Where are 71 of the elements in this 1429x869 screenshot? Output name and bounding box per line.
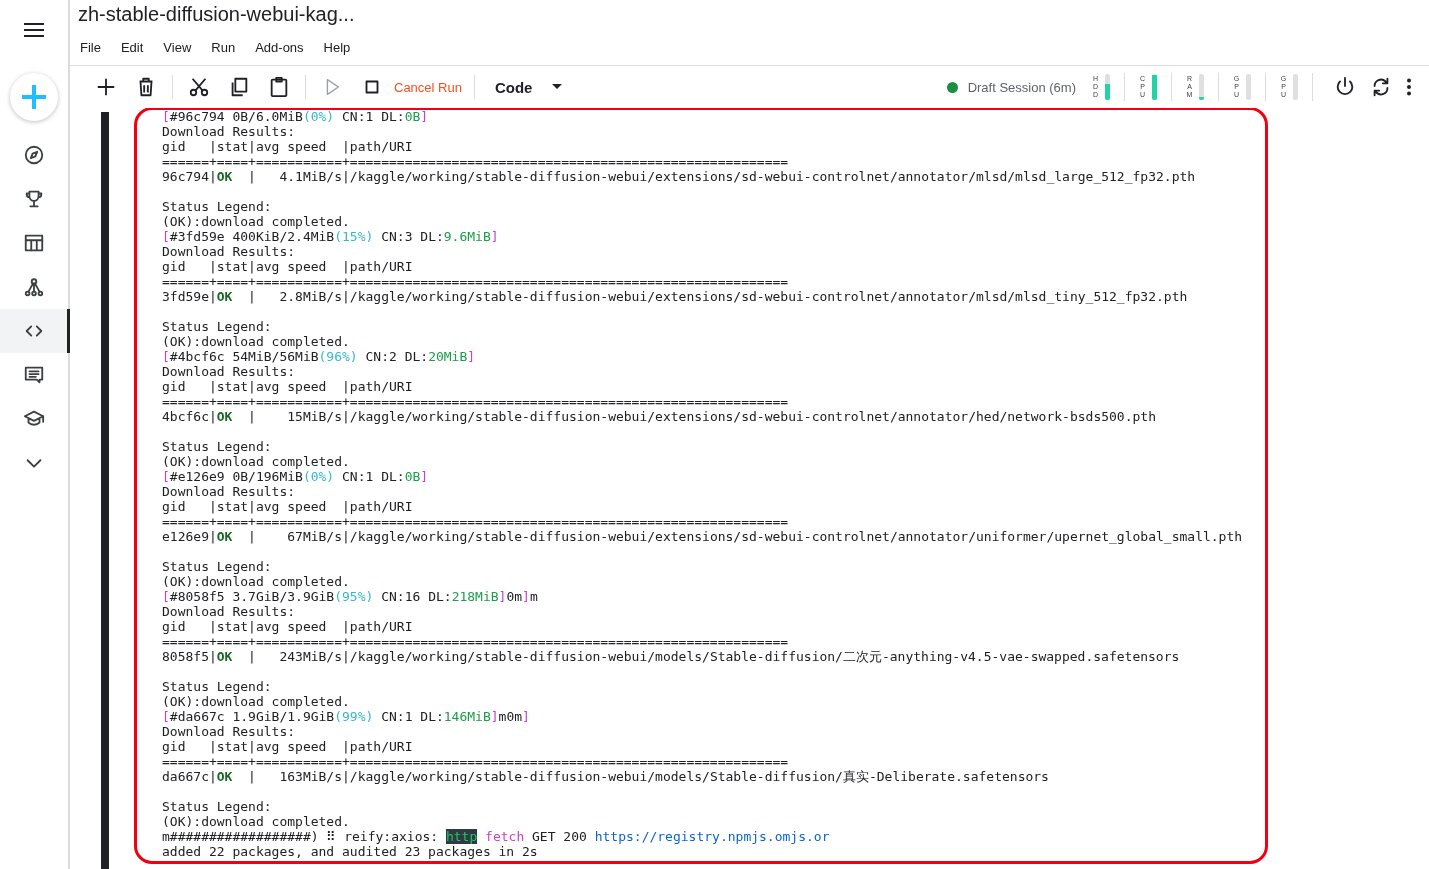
power-icon[interactable] [1334,76,1356,98]
plus-icon [95,76,117,98]
log-line: [#da667c 1.9GiB/1.9GiB(99%) CN:1 DL:146MiB]m0m] [162,709,531,724]
cell-type-dropdown[interactable]: Code [480,72,571,102]
log-line: 4bcf6c|OK | 15MiB/s|/kaggle/working/stable-diffusion-webui/extensions/sd-webui-controlnet/annotator/hed/network-bsds500.pth [162,409,1157,424]
log-line: (OK):download completed. [162,214,351,229]
notebook-title[interactable]: zh-stable-diffusion-webui-kag... [78,0,1429,28]
menu-item[interactable]: Help [323,34,369,62]
log-line: gid |stat|avg speed |path/URI [162,379,414,394]
log-line: gid |stat|avg speed |path/URI [162,619,414,634]
session-label[interactable]: Draft Session (6m) [967,79,1076,95]
log-line: Status Legend: [162,319,273,334]
log-line: ======+====+===========+======================================================== [162,394,790,409]
nodes-icon [22,276,45,298]
menu-item[interactable]: View [163,34,210,62]
log-line: Status Legend: [162,559,273,574]
log-line: m##################) ⠿ reify:axios: http fetch GET 200 https://registry.npmjs.omjs.or [162,829,831,844]
log-line: gid |stat|avg speed |path/URI [162,139,414,154]
log-line: Download Results: [162,724,297,739]
log-line: gid |stat|avg speed |path/URI [162,259,414,274]
scissors-icon [188,76,210,98]
log-line: e126e9|OK | 67MiB/s|/kaggle/working/stable-diffusion-webui/extensions/sd-webui-controlnet/annotator/uniformer/upernet_global_small.pth [162,529,1244,544]
log-line: Download Results: [162,244,297,259]
caret-icon [552,84,563,90]
log-line: 3fd59e|OK | 2.8MiB/s|/kaggle/working/stable-diffusion-webui/extensions/sd-webui-controlnet/annotator/mlsd/mlsd_tiny_512_fp32.pth [162,289,1189,304]
comment-icon [22,364,45,386]
cancel-run-button[interactable]: Cancel Run [392,72,468,102]
log-line: ======+====+===========+======================================================== [162,154,790,169]
log-line: [#8058f5 3.7GiB/3.9GiB(95%) CN:16 DL:218MiB]0m]m [162,589,539,604]
menu-item[interactable]: Edit [120,34,162,62]
menu-icon[interactable] [24,23,44,37]
log-line: Download Results: [162,604,297,619]
clipboard-icon [268,76,290,98]
meter-bar [1105,74,1110,100]
log-line: [#3fd59e 400KiB/2.4MiB(15%) CN:3 DL:9.6MiB] [162,229,500,244]
log-line: Download Results: [162,364,297,379]
meter-bar [1199,74,1204,100]
log-line: gid |stat|avg speed |path/URI [162,499,414,514]
meter-bar [1152,74,1157,100]
log-line: ======+====+===========+======================================================== [162,514,790,529]
log-line: gid |stat|avg speed |path/URI [162,739,414,754]
plus-icon [20,83,48,111]
more-icon[interactable] [1406,78,1412,96]
compass-icon [22,144,45,166]
log-line: (OK):download completed. [162,334,351,349]
log-line: [#96c794 0B/6.0MiB(0%) CN:1 DL:0B] [162,109,430,124]
log-line: (OK):download completed. [162,574,351,589]
sidebar-item[interactable] [0,309,70,353]
log-line: [#4bcf6c 54MiB/56MiB(96%) CN:2 DL:20MiB] [162,349,477,364]
menu-item[interactable]: Run [211,34,254,62]
log-line: ======+====+===========+======================================================== [162,634,790,649]
log-line: ======+====+===========+======================================================== [162,274,790,289]
log-link[interactable]: https://registry.npmjs.omjs.or [594,829,830,844]
log-line: da667c|OK | 163MiB/s|/kaggle/working/stable-diffusion-webui/models/Stable-diffusion/真实-Deliberate.safetensors [162,769,1050,784]
log-line: 8058f5|OK | 243MiB/s|/kaggle/working/stable-diffusion-webui/models/Stable-diffusion/二次元-anything-v4.5-vae-swapped.safetensors [162,649,1181,664]
log-line: Status Legend: [162,799,273,814]
log-line: (OK):download completed. [162,814,351,829]
menu-item[interactable]: File [80,34,119,62]
log-line: [#e126e9 0B/196MiB(0%) CN:1 DL:0B] [162,469,430,484]
log-line: (OK):download completed. [162,454,351,469]
log-line: Status Legend: [162,199,273,214]
log-line: added 22 packages, and audited 23 packages in 2s [162,844,539,859]
log-line: Download Results: [162,124,297,139]
log-line: Download Results: [162,484,297,499]
menu-item[interactable]: Add-ons [255,34,322,62]
log-line: Status Legend: [162,439,273,454]
log-line: ======+====+===========+======================================================== [162,754,790,769]
table-icon [22,232,45,254]
log-line: Status Legend: [162,679,273,694]
log-line: 96c794|OK | 4.1MiB/s|/kaggle/working/stable-diffusion-webui/extensions/sd-webui-controlnet/annotator/mlsd/mlsd_large_512_fp32.pth [162,169,1197,184]
log-line: (OK):download completed. [162,694,351,709]
